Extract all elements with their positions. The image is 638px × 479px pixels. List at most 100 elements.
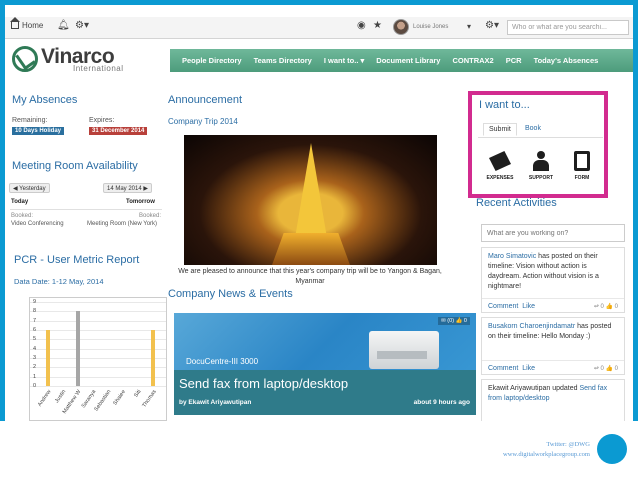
y-tick-label: 1	[33, 373, 37, 380]
absences-title: My Absences	[12, 94, 78, 106]
recent-activities-title: Recent Activities	[476, 197, 557, 209]
activity-post: Busakorn Charoenjindamatr has posted on …	[481, 317, 625, 375]
gridline	[30, 320, 166, 322]
decorative-circle	[597, 434, 627, 464]
pcr-title: PCR - User Metric Report	[14, 254, 140, 266]
gridline	[30, 386, 166, 387]
tile-form[interactable]: FORM	[565, 151, 599, 181]
y-tick-label: 3	[33, 355, 37, 361]
y-tick-label: 6	[33, 327, 37, 333]
like-link[interactable]: Like	[522, 365, 535, 372]
tab-submit[interactable]: Submit	[483, 123, 517, 136]
booked-value-tomorrow[interactable]: Meeting Room (New York)	[87, 221, 157, 227]
screenshot-frame: Home 🔔︎ ⚙▾ ◉ ★ Louise Jones ▾ ⚙▾ Vinarco…	[0, 0, 638, 421]
booked-value-today[interactable]: Video Conferencing	[11, 221, 64, 227]
y-tick-label: 8	[33, 308, 37, 315]
pagoda-spire	[295, 143, 327, 238]
home-icon	[10, 17, 20, 29]
gridline	[30, 330, 166, 331]
announcement-caption: We are pleased to announce that this yea…	[178, 268, 442, 285]
user-name[interactable]: Louise Jones	[413, 24, 448, 30]
expenses-icon	[489, 151, 511, 171]
search-input[interactable]	[507, 20, 629, 35]
expires-label: Expires:	[89, 117, 115, 124]
i-want-to-panel: I want to... Submit Book EXPENSES SUPPOR…	[468, 91, 608, 198]
user-menu-chevron-icon[interactable]: ▾	[467, 22, 471, 31]
main-nav: People Directory Teams Directory I want …	[170, 49, 633, 72]
x-tick-label: Justin	[54, 389, 68, 405]
gridline	[30, 348, 166, 350]
eye-icon[interactable]: ◉	[357, 20, 366, 31]
nav-teams-directory[interactable]: Teams Directory	[254, 56, 312, 65]
chart-bar[interactable]	[75, 311, 80, 386]
gridline	[30, 339, 166, 341]
booked-label-today: Booked:	[11, 213, 34, 219]
support-icon	[530, 151, 552, 171]
x-tick-label: Thomas	[141, 389, 158, 409]
tab-divider	[478, 137, 603, 138]
top-bar: Home 🔔︎ ⚙▾ ◉ ★ Louise Jones ▾ ⚙▾	[5, 17, 633, 39]
post-author[interactable]: Busakorn Charoenjindamatr	[488, 323, 575, 330]
home-link[interactable]: Home	[10, 17, 44, 30]
footer-website[interactable]: www.digitalworkplacegroup.com	[503, 450, 590, 460]
nav-pcr[interactable]: PCR	[506, 56, 522, 65]
like-link[interactable]: Like	[522, 303, 535, 310]
y-tick-label: 4	[33, 345, 37, 352]
pcr-date: Data Date: 1-12 May, 2014	[14, 277, 104, 286]
site-gear-icon[interactable]: ⚙▾	[485, 20, 499, 31]
avatar[interactable]	[393, 19, 409, 35]
gridline	[30, 302, 166, 303]
footer-credits: Twitter: @DWG www.digitalworkplacegroup.…	[503, 440, 590, 460]
tile-form-label: FORM	[574, 175, 590, 181]
status-update-input[interactable]	[481, 224, 625, 242]
announcement-subtitle[interactable]: Company Trip 2014	[168, 117, 238, 126]
comment-link[interactable]: Comment	[488, 303, 518, 310]
news-headline[interactable]: Send fax from laptop/desktop	[179, 376, 348, 391]
tile-expenses-label: EXPENSES	[486, 175, 514, 181]
date-next-button[interactable]: 14 May 2014 ▶	[103, 183, 152, 193]
logo-icon[interactable]	[12, 46, 38, 72]
y-tick-label: 7	[33, 317, 37, 324]
post-author[interactable]: Ekawit Ariyawutipan	[488, 385, 550, 392]
tile-support-label: SUPPORT	[528, 175, 554, 181]
yesterday-button[interactable]: ◀ Yesterday	[9, 183, 50, 193]
today-label: Today	[11, 199, 29, 205]
announcement-image[interactable]	[184, 135, 437, 265]
x-tick-label: Andrew	[36, 389, 53, 408]
gridline	[30, 311, 166, 313]
news-time: about 9 hours ago	[413, 399, 470, 406]
comment-link[interactable]: Comment	[488, 365, 518, 372]
nav-people-directory[interactable]: People Directory	[182, 56, 242, 65]
star-icon[interactable]: ★	[373, 20, 382, 31]
post-text: updated	[550, 385, 580, 392]
news-title: Company News & Events	[168, 288, 293, 300]
settings-gear-icon[interactable]: ⚙▾	[75, 20, 89, 31]
tomorrow-label: Tomorrow	[126, 199, 155, 205]
home-label: Home	[22, 21, 44, 30]
meeting-title: Meeting Room Availability	[12, 160, 138, 172]
post-footer: Comment Like ↫ 0 👍 0	[482, 298, 624, 312]
post-author[interactable]: Maro Simatovic	[488, 253, 536, 260]
metric-bar-chart: 9 8 7 6 5 4 3 2 1 0 Andrew Justin Matthew W Saranya Se…	[29, 297, 167, 421]
nav-todays-absences[interactable]: Today's Absences	[534, 56, 599, 65]
pagoda-base	[272, 233, 350, 265]
divider	[10, 209, 162, 210]
printer-image	[369, 331, 439, 369]
news-product: DocuCentre-III 3000	[186, 357, 259, 366]
gridline	[30, 367, 166, 369]
nav-i-want-to[interactable]: I want to.. ▾	[324, 56, 364, 65]
news-author: by Ekawit Ariyawutipan	[179, 399, 252, 406]
tab-book[interactable]: Book	[520, 123, 546, 134]
post-stats: ↫ 0 👍 0	[593, 304, 618, 310]
chart-bar[interactable]	[45, 330, 50, 386]
form-icon	[574, 151, 590, 171]
bell-icon[interactable]: 🔔︎	[57, 20, 70, 31]
nav-document-library[interactable]: Document Library	[376, 56, 440, 65]
tile-support[interactable]: SUPPORT	[524, 151, 558, 181]
tile-expenses[interactable]: EXPENSES	[483, 151, 517, 181]
app-window: Home 🔔︎ ⚙▾ ◉ ★ Louise Jones ▾ ⚙▾ Vinarco…	[5, 5, 633, 421]
chart-bar[interactable]	[150, 330, 155, 386]
footer-twitter: Twitter: @DWG	[546, 441, 590, 448]
nav-contrax2[interactable]: CONTRAX2	[452, 56, 493, 65]
news-card[interactable]: ✉ (0) 👍 0 DocuCentre-III 3000 Send fax f…	[174, 313, 476, 415]
